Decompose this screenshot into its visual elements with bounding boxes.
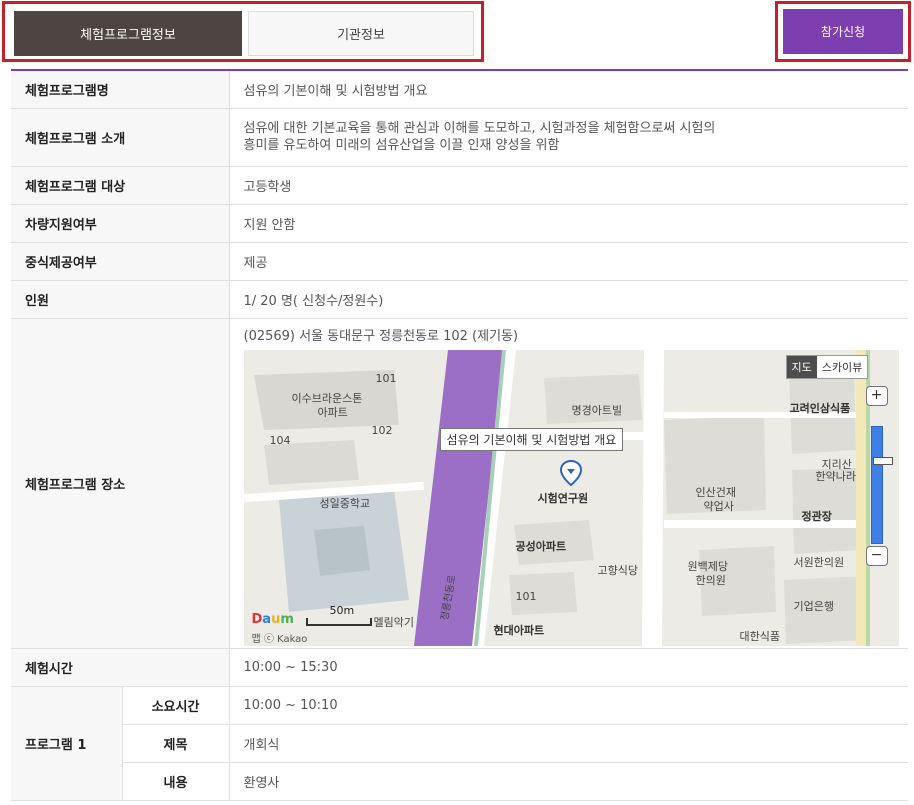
content-value: 환영사: [229, 762, 908, 801]
table-row: 체험프로그램 장소 (02569) 서울 동대문구 정릉천동로 102 (제기동…: [11, 318, 908, 649]
map-label: 기업은행: [793, 599, 834, 613]
location-map[interactable]: 이수브라운스톤 아파트 101 102 104 성일중학교 명경아트빌 시험연구…: [243, 349, 899, 646]
table-row: 내용 환영사: [11, 762, 908, 801]
map-label: 공성아파트: [515, 539, 567, 553]
table-row: 중식제공여부 제공: [11, 242, 908, 281]
map-label: 현대아파트: [493, 623, 545, 637]
table-row: 체험시간 10:00 ~ 15:30: [11, 648, 908, 687]
map-label: 고향식당: [597, 563, 638, 577]
program-name-label: 체험프로그램명: [11, 70, 230, 109]
title-value: 개회식: [229, 724, 908, 763]
program-intro-line: 흥미를 유도하여 미래의 섬유산업을 이끌 인재 양성을 위함: [243, 138, 560, 153]
program-intro-line: 섬유에 대한 기본교육을 통해 관심과 이해를 도모하고, 시험과정을 체험함으…: [243, 121, 716, 136]
people-value: 1/ 20 명( 신청수/정원수): [229, 280, 908, 319]
map-scale-bar: [305, 617, 372, 626]
tab-org-info[interactable]: 기관정보: [248, 11, 474, 56]
map-label: 대한식품: [739, 629, 780, 643]
time-label: 체험시간: [11, 648, 230, 687]
table-row: 차량지원여부 지원 안함: [11, 204, 908, 243]
map-label: 한의원: [695, 573, 726, 587]
table-row: 체험프로그램 대상 고등학생: [11, 166, 908, 205]
duration-label: 소요시간: [122, 686, 230, 725]
zoom-slider-track[interactable]: [870, 425, 893, 544]
tab-program-info[interactable]: 체험프로그램정보: [14, 11, 242, 56]
map-label: 101: [375, 371, 397, 385]
map-label: 104: [269, 433, 291, 447]
map-label: 약업사: [703, 499, 734, 513]
map-label: 성일중학교: [319, 496, 371, 510]
meal-value: 제공: [229, 242, 908, 281]
tabs-highlight-frame: 체험프로그램정보 기관정보: [2, 1, 484, 62]
map-label: 멜림악기: [373, 615, 414, 629]
table-row: 제목 개회식: [11, 724, 908, 763]
content-label: 내용: [122, 762, 230, 801]
map-label: 아파트: [317, 405, 348, 419]
zoom-in-button[interactable]: +: [865, 385, 888, 406]
map-label: 101: [515, 589, 537, 603]
map-label: 명경아트빌: [571, 403, 623, 417]
map-type-sky-button[interactable]: 스카이뷰: [816, 355, 868, 378]
map-type-map-button[interactable]: 지도: [786, 355, 817, 378]
time-value: 10:00 ~ 15:30: [229, 648, 908, 687]
program1-label: 프로그램 1: [11, 686, 123, 801]
table-row: 인원 1/ 20 명( 신청수/정원수): [11, 280, 908, 319]
vehicle-label: 차량지원여부: [11, 204, 230, 243]
title-label: 제목: [122, 724, 230, 763]
program-intro-value: 섬유에 대한 기본교육을 통해 관심과 이해를 도모하고, 시험과정을 체험함으…: [229, 108, 908, 167]
map-brand-logo: Daum: [251, 611, 294, 627]
duration-value: 10:00 ~ 10:10: [229, 686, 908, 725]
map-callout: 섬유의 기본이해 및 시험방법 개요: [439, 427, 624, 451]
table-row: 체험프로그램명 섬유의 기본이해 및 시험방법 개요: [11, 70, 908, 109]
map-label: 서원한의원: [793, 555, 845, 569]
program-name-value: 섬유의 기본이해 및 시험방법 개요: [229, 70, 908, 109]
apply-highlight-frame: 참가신청: [775, 1, 911, 62]
map-label: 시험연구원: [537, 491, 589, 505]
map-label: 정관장: [801, 509, 832, 523]
map-label: 고려인삼식품: [789, 401, 851, 415]
zoom-slider-handle[interactable]: [872, 456, 893, 465]
zoom-out-button[interactable]: −: [865, 545, 888, 566]
people-label: 인원: [11, 280, 230, 319]
program-intro-label: 체험프로그램 소개: [11, 108, 230, 167]
table-row: 프로그램 1 소요시간 10:00 ~ 10:10: [11, 686, 908, 801]
location-address: (02569) 서울 동대문구 정릉천동로 102 (제기동): [243, 328, 519, 344]
meal-label: 중식제공여부: [11, 242, 230, 281]
location-value: (02569) 서울 동대문구 정릉천동로 102 (제기동) 이수브라운스톤 …: [229, 318, 908, 649]
location-label: 체험프로그램 장소: [11, 318, 230, 649]
map-label: 한약나라: [815, 469, 856, 483]
program-info-table: 체험프로그램명 섬유의 기본이해 및 시험방법 개요 체험프로그램 소개 섬유에…: [11, 69, 908, 801]
target-label: 체험프로그램 대상: [11, 166, 230, 205]
zoom-control[interactable]: + −: [865, 385, 893, 568]
map-copyright: 맵 ⓒ Kakao: [251, 633, 308, 645]
target-value: 고등학생: [229, 166, 908, 205]
vehicle-value: 지원 안함: [229, 204, 908, 243]
map-pin-icon[interactable]: [559, 459, 582, 486]
apply-button[interactable]: 참가신청: [783, 9, 903, 54]
map-type-switch[interactable]: 지도 스카이뷰: [785, 354, 869, 379]
map-scale-label: 50m: [329, 603, 355, 617]
table-row: 체험프로그램 소개 섬유에 대한 기본교육을 통해 관심과 이해를 도모하고, …: [11, 108, 908, 167]
map-label: 102: [371, 423, 393, 437]
